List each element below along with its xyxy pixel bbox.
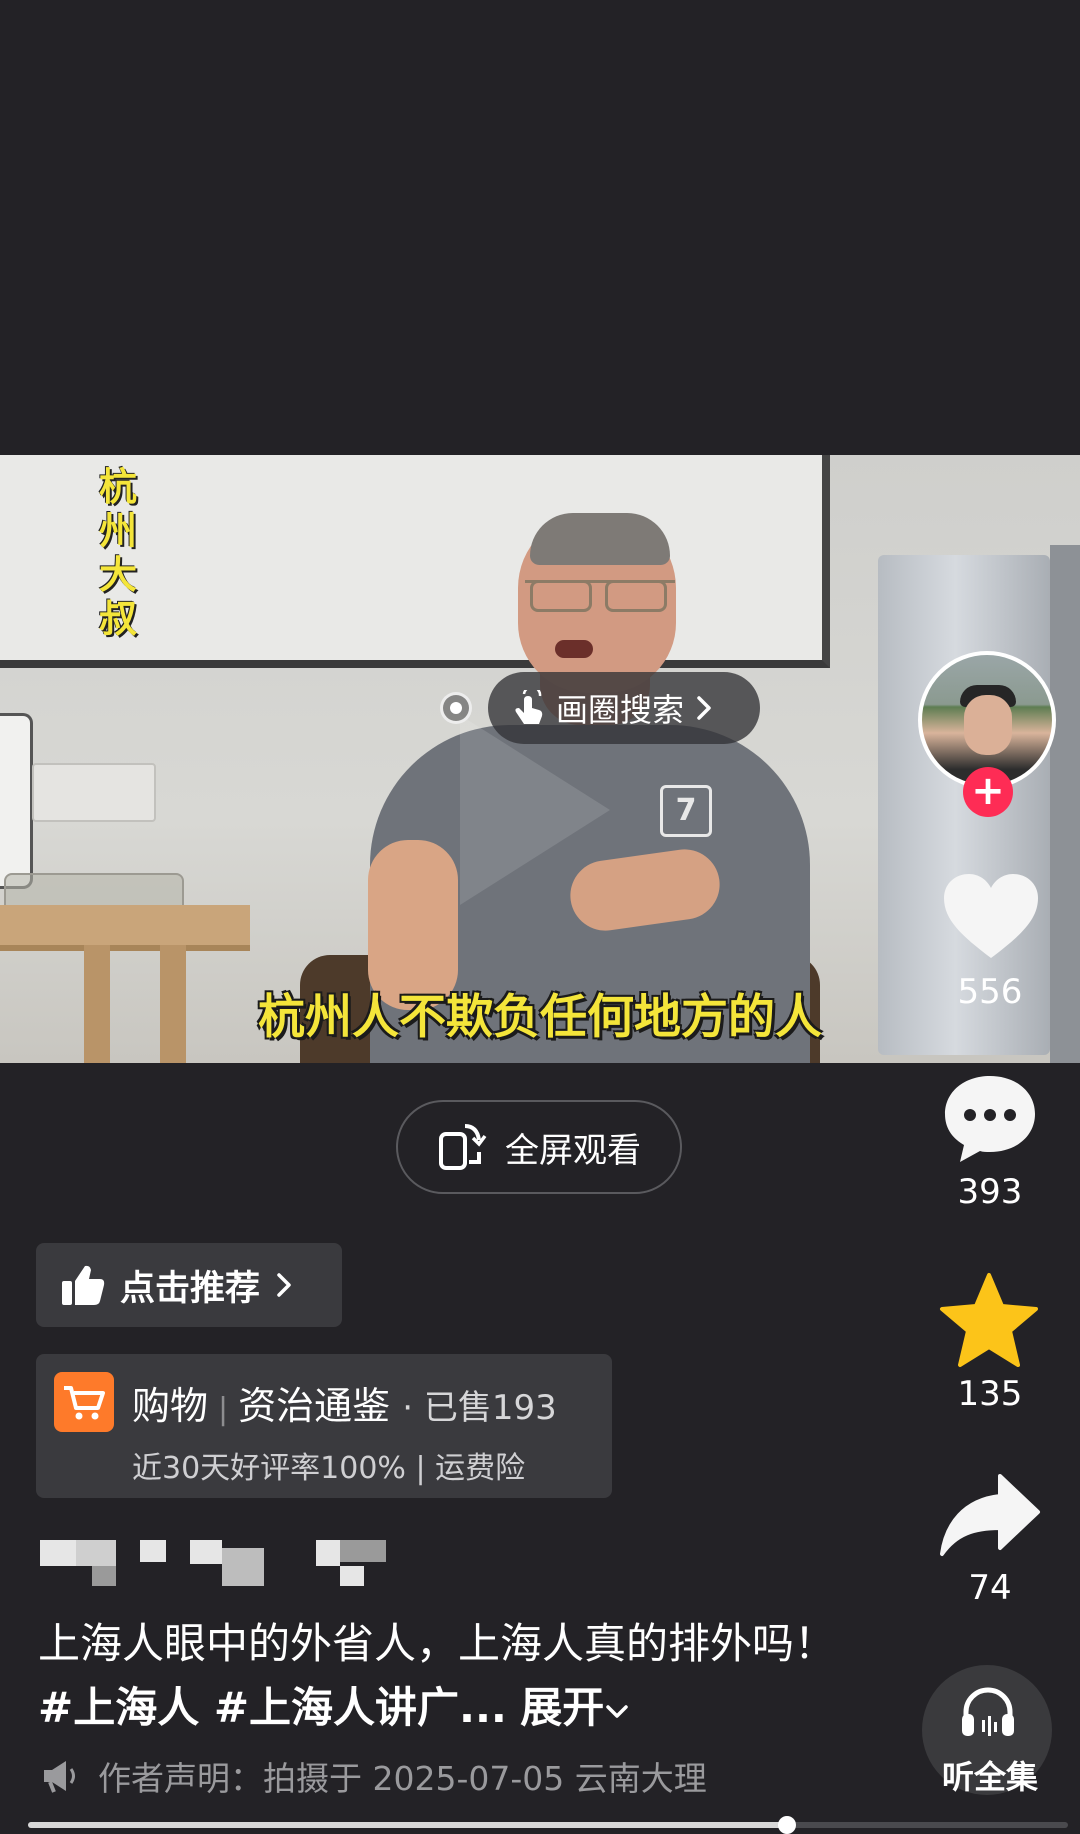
video-corner-caption: 杭州大叔 [98,465,137,641]
shop-rating-line: 近30天好评率100% | 运费险 [132,1451,526,1486]
appliance [0,713,33,889]
comment-icon[interactable] [942,1072,1038,1164]
sold-count: · 已售193 [402,1388,557,1428]
chevron-right-icon [697,696,711,720]
blur-block [140,1540,166,1562]
favorite-star-icon[interactable] [938,1272,1040,1368]
shirt-logo: 7 [660,785,712,837]
shop-title-line: 购物 | 资治通鉴 · 已售193 [132,1375,557,1430]
rotate-screen-icon [439,1124,487,1170]
record-dot-icon[interactable] [440,692,472,724]
video-player[interactable]: 7 [0,455,1080,1063]
blur-block [40,1540,76,1566]
video-subtitle: 杭州人不欺负任何地方的人 [258,990,822,1045]
blur-block [76,1540,116,1566]
favorite-count: 135 [957,1374,1023,1414]
caption-text: 上海人眼中的外省人，上海人真的排外吗！ [38,1619,837,1668]
finger-tap-icon [515,690,543,724]
author-declaration: 作者声明：拍摄于 2025-07-05 云南大理 [40,1752,707,1800]
wooden-table [0,905,250,951]
progress-scrubber[interactable] [778,1816,796,1834]
recommend-button[interactable]: 点击推荐 [36,1243,342,1327]
share-count: 74 [968,1568,1012,1608]
caption-hashtags[interactable]: #上海人 #上海人讲广... [38,1683,507,1732]
shopping-cart-icon [64,1386,105,1420]
expand-label: 展开 [520,1683,605,1732]
person-hair [530,513,670,565]
follow-button[interactable]: + [963,767,1013,817]
like-heart-icon[interactable] [942,872,1040,962]
like-count: 556 [957,972,1023,1012]
share-arrow-icon[interactable] [938,1472,1042,1558]
blur-block [340,1540,386,1562]
blur-block [222,1548,264,1586]
avatar-face [964,695,1012,755]
fullscreen-button[interactable]: 全屏观看 [396,1100,682,1194]
listen-all-label: 听全集 [941,1758,1038,1796]
thumbs-up-icon [62,1265,105,1305]
circle-search-label: 画圈搜索 [556,691,685,729]
fullscreen-label: 全屏观看 [505,1130,641,1171]
blur-block [92,1566,116,1586]
blur-block [190,1540,222,1564]
comment-count: 393 [957,1172,1023,1212]
video-caption[interactable]: 上海人眼中的外省人，上海人真的排外吗！ #上海人 #上海人讲广... 展开 [38,1612,858,1740]
shopping-cart-badge [54,1372,114,1432]
blur-block [316,1540,340,1566]
glasses [525,580,675,613]
chevron-down-icon [606,1705,628,1718]
declaration-text: 作者声明：拍摄于 2025-07-05 云南大理 [98,1759,707,1798]
expand-button[interactable]: 展开 [520,1683,630,1732]
recommend-label: 点击推荐 [120,1268,261,1309]
product-title: 资治通鉴 [238,1384,391,1428]
wall-socket [32,763,156,822]
divider: | [218,1392,229,1427]
headphones-icon [962,1687,1014,1736]
progress-fill [28,1822,787,1828]
person-mouth [555,640,593,658]
shop-tag: 购物 [132,1384,209,1428]
blur-block [340,1566,364,1586]
chevron-right-icon [277,1273,291,1297]
megaphone-icon [44,1761,75,1793]
circle-search-button[interactable]: 画圈搜索 [488,672,760,744]
